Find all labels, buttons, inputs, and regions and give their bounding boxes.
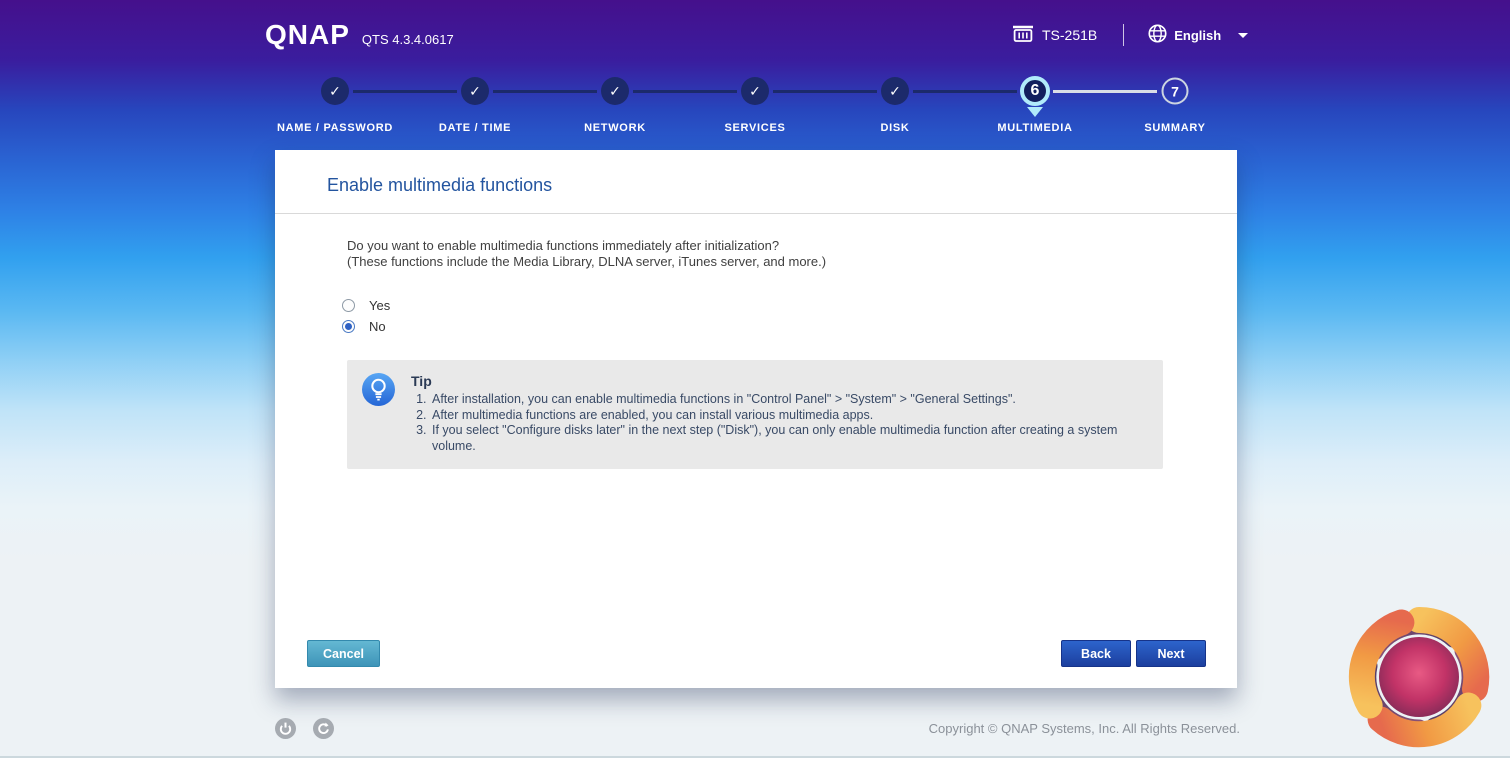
page-title: Enable multimedia functions [327, 175, 553, 195]
tip-box: Tip After installation, you can enable m… [347, 360, 1163, 469]
radio-button-no[interactable] [342, 320, 355, 333]
step-check-icon: ✓ [741, 77, 769, 105]
step-connector [773, 89, 877, 93]
wizard-content-card: Enable multimedia functions Do you want … [275, 150, 1237, 688]
swirl-logo [1344, 602, 1494, 752]
wizard-step-name-password: ✓ NAME / PASSWORD [265, 72, 405, 134]
tip-title: Tip [411, 373, 432, 389]
step-label: DATE / TIME [438, 122, 512, 134]
step-connector [493, 89, 597, 93]
next-button[interactable]: Next [1136, 640, 1206, 667]
device-indicator: TS-251B [1012, 25, 1097, 46]
step-number: 6 [1020, 76, 1050, 106]
question-line-2: (These functions include the Media Libra… [347, 254, 827, 269]
step-label: MULTIMEDIA [997, 122, 1073, 134]
page-footer: Copyright © QNAP Systems, Inc. All Right… [0, 710, 1510, 758]
multimedia-option-group: Yes No [342, 295, 1237, 337]
restart-icon[interactable] [313, 718, 334, 739]
globe-icon [1148, 24, 1167, 46]
step-number: 7 [1161, 77, 1189, 105]
radio-label-yes: Yes [369, 298, 391, 313]
header-divider [1123, 24, 1125, 46]
wizard-step-network: ✓ NETWORK [493, 72, 685, 134]
step-check-icon: ✓ [461, 77, 489, 105]
question-line-1: Do you want to enable multimedia functio… [347, 238, 780, 253]
wizard-step-multimedia: 6 MULTIMEDIA [913, 72, 1105, 134]
wizard-step-summary: 7 SUMMARY [1053, 72, 1245, 134]
header-right: TS-251B English [1012, 22, 1249, 48]
step-label: DISK [880, 122, 910, 134]
step-check-icon: ✓ [601, 77, 629, 105]
chevron-down-icon [1238, 32, 1249, 38]
step-connector [633, 89, 737, 93]
qnap-logo: QNAP [265, 19, 350, 50]
step-check-icon: ✓ [321, 77, 349, 105]
back-button[interactable]: Back [1061, 640, 1131, 667]
language-label: English [1174, 27, 1222, 43]
radio-label-no: No [369, 319, 386, 334]
step-label: NETWORK [584, 122, 646, 134]
radio-option-no[interactable]: No [342, 316, 1237, 337]
app-header: QNAP QTS 4.3.4.0617 [265, 19, 454, 50]
tip-item: If you select "Configure disks later" in… [430, 423, 1139, 454]
power-icon[interactable] [275, 718, 296, 739]
qts-version: QTS 4.3.4.0617 [361, 32, 454, 47]
tip-list: After installation, you can enable multi… [411, 392, 1139, 454]
step-check-icon: ✓ [881, 77, 909, 105]
tip-item: After installation, you can enable multi… [430, 392, 1139, 408]
lightbulb-icon [362, 373, 395, 411]
step-label: SUMMARY [1144, 122, 1206, 134]
wizard-step-services: ✓ SERVICES [633, 72, 825, 134]
nas-device-icon [1012, 25, 1034, 46]
copyright-text: Copyright © QNAP Systems, Inc. All Right… [928, 721, 1240, 736]
active-step-pointer-icon [1027, 107, 1043, 117]
step-label: SERVICES [724, 122, 786, 134]
radio-option-yes[interactable]: Yes [342, 295, 1237, 316]
tip-item: After multimedia functions are enabled, … [430, 408, 1139, 424]
step-connector [913, 89, 1017, 93]
language-selector[interactable]: English [1148, 24, 1249, 46]
question-text: Do you want to enable multimedia functio… [347, 238, 1163, 270]
setup-wizard-stepper: ✓ NAME / PASSWORD ✓ DATE / TIME ✓ NETWOR… [265, 72, 1245, 134]
step-connector [1053, 89, 1157, 93]
radio-button-yes[interactable] [342, 299, 355, 312]
wizard-step-disk: ✓ DISK [773, 72, 965, 134]
title-divider [275, 213, 1237, 214]
device-model-label: TS-251B [1042, 27, 1098, 43]
step-label: NAME / PASSWORD [276, 122, 394, 134]
cancel-button[interactable]: Cancel [307, 640, 380, 667]
wizard-step-date-time: ✓ DATE / TIME [353, 72, 545, 134]
step-connector [353, 89, 457, 93]
